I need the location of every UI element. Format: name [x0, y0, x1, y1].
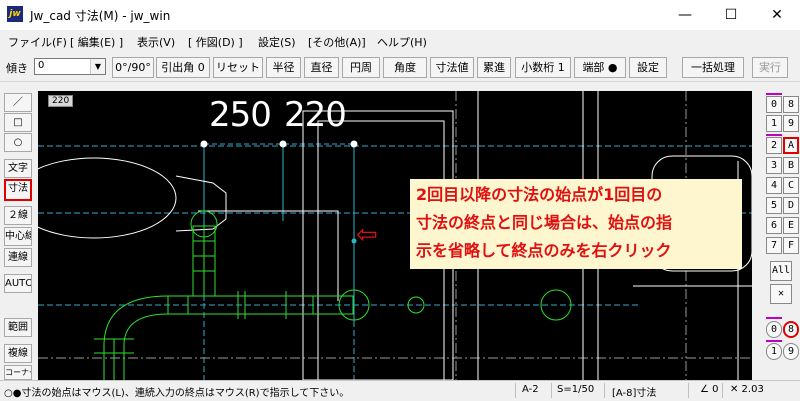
annotation-arrow-icon: ⇦	[356, 220, 378, 250]
group-button-1[interactable]: 1	[766, 343, 782, 360]
layer-button-f[interactable]: F	[783, 237, 799, 254]
group-button-9[interactable]: 9	[783, 343, 799, 360]
group-marker	[766, 317, 782, 319]
left-toolbar: ／ □ ○ 文字 寸法 ２線 中心線 連線 AUTO 範囲 複線 コーナー	[0, 91, 36, 380]
layer-button-b[interactable]: B	[783, 157, 799, 174]
close-button[interactable]: ✕	[754, 0, 800, 30]
double-line-tool-button[interactable]: ２線	[4, 206, 32, 225]
layer-all-button[interactable]: All	[770, 261, 792, 281]
callout-line: 2回目以降の寸法の始点が1回目の	[416, 185, 663, 204]
dimension-value-2: 220	[284, 95, 347, 135]
title-bar: jw Jw_cad 寸法(M) - jw_win — ☐ ✕	[0, 0, 800, 30]
menu-edit[interactable]: [ 編集(E) ]	[70, 34, 123, 50]
circumference-button[interactable]: 円周	[342, 57, 380, 78]
settings-button[interactable]: 設定	[629, 57, 667, 78]
layer-indicator: 220	[48, 95, 74, 107]
dimension-toolbar: 傾き 0 ▼ 0°/90° 引出角 0 リセット 半径 直径 円周 角度 寸法値…	[0, 53, 800, 82]
status-divider	[515, 383, 516, 398]
text-tool-button[interactable]: 文字	[4, 159, 32, 178]
group-button-8[interactable]: 8	[783, 321, 799, 338]
status-message: ○●寸法の始点はマウス(L)、連続入力の終点はマウス(R)で指示して下さい。	[4, 388, 350, 399]
angle-0-90-button[interactable]: 0°/90°	[112, 57, 154, 78]
cumulative-button[interactable]: 累進	[477, 57, 511, 78]
status-divider	[722, 383, 723, 398]
menu-view[interactable]: 表示(V)	[137, 34, 175, 50]
rectangle-tool-button[interactable]: □	[4, 113, 32, 132]
status-bar: ○●寸法の始点はマウス(L)、連続入力の終点はマウス(R)で指示して下さい。 A…	[0, 380, 800, 401]
layer-button-4[interactable]: 4	[766, 177, 782, 194]
paper-size[interactable]: A-2	[522, 384, 539, 395]
window-title: Jw_cad 寸法(M) - jw_win	[30, 9, 171, 23]
menu-settings[interactable]: 設定(S)	[258, 34, 296, 50]
center-line-tool-button[interactable]: 中心線	[4, 227, 32, 246]
dim-value-button[interactable]: 寸法値	[430, 57, 474, 78]
decimal-places-button[interactable]: 小数桁 1	[515, 57, 571, 78]
reset-button[interactable]: リセット	[213, 57, 263, 78]
angle-label: 傾き	[6, 62, 28, 75]
layer-clear-button[interactable]: ✕	[770, 284, 792, 304]
diameter-button[interactable]: 直径	[304, 57, 339, 78]
dimension-value-1: 250	[209, 95, 272, 135]
angle-value: 0	[38, 60, 45, 71]
copy-line-tool-button[interactable]: 複線	[4, 344, 32, 363]
drawing-scale[interactable]: S=1/50	[557, 384, 594, 395]
line-tool-button[interactable]: ／	[4, 93, 32, 112]
angle-readout[interactable]: ∠ 0	[700, 384, 719, 395]
batch-process-button[interactable]: 一括処理	[682, 57, 744, 78]
layer-marker	[766, 134, 782, 136]
status-divider	[551, 383, 552, 398]
layer-button-c[interactable]: C	[783, 177, 799, 194]
layer-button-d[interactable]: D	[783, 197, 799, 214]
end-mark-button[interactable]: 端部 ●	[574, 57, 626, 78]
auto-tool-button[interactable]: AUTO	[4, 274, 32, 293]
menu-other[interactable]: [その他(A)]	[308, 34, 366, 50]
leader-angle-button[interactable]: 引出角 0	[156, 57, 210, 78]
layer-button-7[interactable]: 7	[766, 237, 782, 254]
layer-button-2[interactable]: 2	[766, 137, 782, 154]
layer-button-1[interactable]: 1	[766, 115, 782, 132]
connect-line-tool-button[interactable]: 連線	[4, 248, 32, 267]
layer-button-6[interactable]: 6	[766, 217, 782, 234]
menu-help[interactable]: ヘルプ(H)	[377, 34, 427, 50]
menu-bar: ファイル(F) [ 編集(E) ] 表示(V) [ 作図(D) ] 設定(S) …	[0, 30, 800, 52]
chevron-down-icon[interactable]: ▼	[90, 59, 105, 74]
callout-line: 寸法の終点と同じ場合は、始点の指	[416, 213, 673, 232]
corner-tool-button[interactable]: コーナー	[4, 365, 32, 380]
radius-button[interactable]: 半径	[266, 57, 301, 78]
maximize-button[interactable]: ☐	[708, 0, 754, 30]
group-marker	[766, 340, 782, 342]
angle-button[interactable]: 角度	[383, 57, 427, 78]
dimension-tool-button[interactable]: 寸法	[4, 179, 32, 201]
layer-toolbar: 0 8 1 9 2 A 3 B 4 C 5 D 6 E 7 F All ✕ 0 …	[754, 91, 800, 380]
layer-button-9[interactable]: 9	[783, 115, 799, 132]
menu-file[interactable]: ファイル(F)	[8, 34, 67, 50]
menu-draw[interactable]: [ 作図(D) ]	[188, 34, 243, 50]
angle-select[interactable]: 0 ▼	[34, 58, 106, 75]
layer-button-e[interactable]: E	[783, 217, 799, 234]
layer-button-5[interactable]: 5	[766, 197, 782, 214]
status-divider	[688, 383, 689, 398]
layer-button-a[interactable]: A	[783, 137, 799, 154]
current-layer[interactable]: [A-8]寸法	[612, 384, 656, 399]
run-button[interactable]: 実行	[752, 57, 788, 78]
layer-marker	[766, 93, 782, 95]
minimize-button[interactable]: —	[662, 0, 708, 30]
group-button-0[interactable]: 0	[766, 321, 782, 338]
callout-line: 示を省略して終点のみを右クリック	[416, 241, 672, 260]
drawing-canvas[interactable]: 220 250 220 ⇦ 2回目以降の寸法の始点が1回目の 寸法の終点と同じ場…	[38, 91, 752, 380]
layer-button-3[interactable]: 3	[766, 157, 782, 174]
status-divider	[604, 383, 605, 398]
instruction-callout: 2回目以降の寸法の始点が1回目の 寸法の終点と同じ場合は、始点の指 示を省略して…	[410, 179, 742, 269]
zoom-readout[interactable]: ✕ 2.03	[730, 384, 764, 395]
layer-button-8[interactable]: 8	[783, 96, 799, 113]
circle-tool-button[interactable]: ○	[4, 133, 32, 152]
app-icon: jw	[7, 6, 23, 22]
layer-button-0[interactable]: 0	[766, 96, 782, 113]
range-tool-button[interactable]: 範囲	[4, 318, 32, 337]
